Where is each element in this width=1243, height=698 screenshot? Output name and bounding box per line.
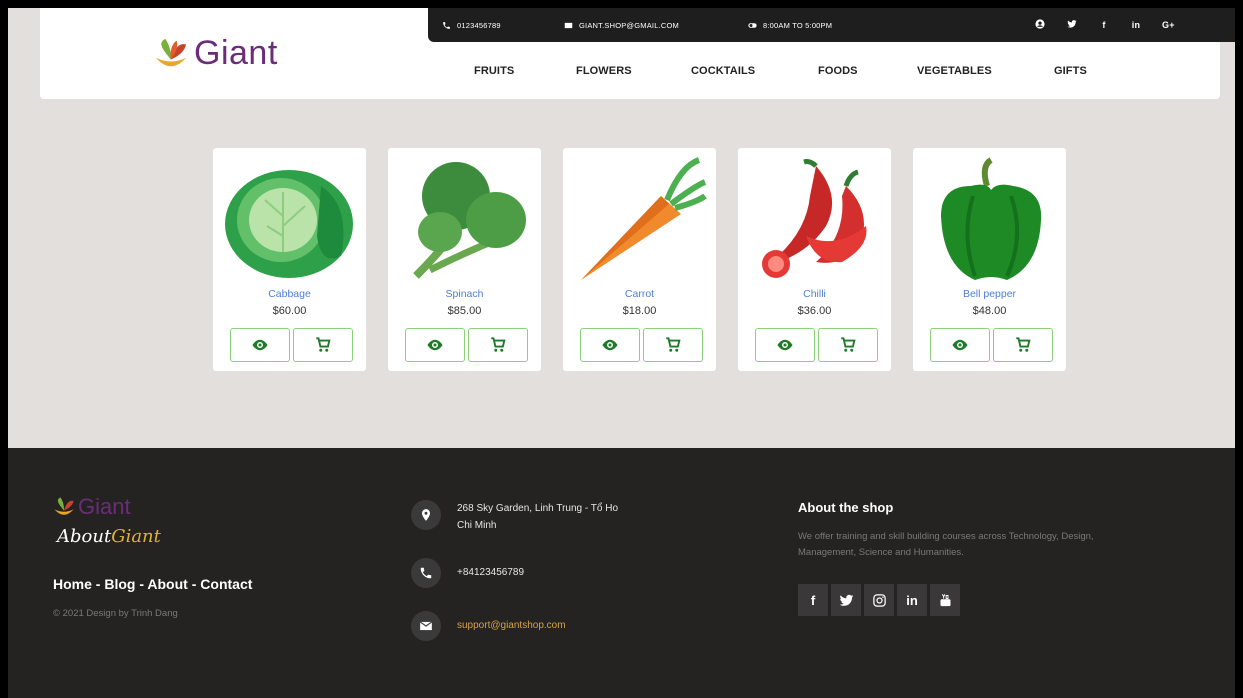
view-button[interactable] bbox=[930, 328, 990, 362]
contact-address: 268 Sky Garden, Linh Trung - Tổ Ho Chi M… bbox=[411, 500, 627, 534]
footer-logo[interactable]: Giant bbox=[52, 494, 131, 520]
google-plus-icon[interactable]: G+ bbox=[1162, 20, 1174, 30]
product-name[interactable]: Carrot bbox=[563, 288, 716, 300]
about-shop-description: We offer training and skill building cou… bbox=[798, 531, 1094, 558]
spinach-image bbox=[413, 162, 526, 279]
footer-link-blog[interactable]: Blog bbox=[104, 576, 135, 592]
topbar-phone-text: 0123456789 bbox=[457, 20, 501, 30]
topbar-socials: f in G+ bbox=[1034, 19, 1174, 31]
product-price: $60.00 bbox=[272, 305, 307, 317]
topbar-phone[interactable]: 0123456789 bbox=[442, 21, 501, 30]
product-card: Cabbage $60.00 bbox=[213, 148, 366, 371]
cart-icon bbox=[666, 337, 681, 352]
eye-icon bbox=[427, 339, 443, 351]
twitter-icon[interactable] bbox=[831, 584, 861, 616]
cart-icon bbox=[491, 337, 506, 352]
twitter-icon[interactable] bbox=[1066, 19, 1078, 31]
user-circle-icon[interactable] bbox=[1034, 19, 1046, 31]
cabbage-image bbox=[225, 170, 353, 278]
topbar-hours: 8:00AM TO 5:00PM bbox=[748, 21, 832, 30]
product-price: $85.00 bbox=[447, 305, 482, 317]
envelope-icon bbox=[564, 22, 573, 28]
nav-vegetables[interactable]: VEGETABLES bbox=[917, 65, 992, 77]
view-button[interactable] bbox=[580, 328, 640, 362]
phone-text: +84123456789 bbox=[457, 567, 525, 578]
about-word: About bbox=[57, 526, 112, 547]
facebook-icon[interactable]: f bbox=[1098, 20, 1110, 30]
footer-link-contact[interactable]: Contact bbox=[200, 576, 252, 592]
product-card: Spinach $85.00 bbox=[388, 148, 541, 371]
address-text: 268 Sky Garden, Linh Trung - Tổ Ho Chi M… bbox=[457, 503, 619, 531]
add-to-cart-button[interactable] bbox=[293, 328, 353, 362]
chilli-image bbox=[762, 159, 867, 278]
product-card: Chilli $36.00 bbox=[738, 148, 891, 371]
contact-phone[interactable]: +84123456789 bbox=[411, 558, 524, 588]
view-button[interactable] bbox=[230, 328, 290, 362]
add-to-cart-button[interactable] bbox=[818, 328, 878, 362]
product-card: Carrot $18.00 bbox=[563, 148, 716, 371]
about-shop-title: About the shop bbox=[798, 500, 894, 515]
eye-icon bbox=[952, 339, 968, 351]
carrot-image bbox=[581, 157, 707, 280]
add-to-cart-button[interactable] bbox=[643, 328, 703, 362]
product-name[interactable]: Cabbage bbox=[213, 288, 366, 300]
cart-icon bbox=[841, 337, 856, 352]
product-price: $36.00 bbox=[797, 305, 832, 317]
footer-link-home[interactable]: Home bbox=[53, 576, 92, 592]
view-button[interactable] bbox=[405, 328, 465, 362]
product-card: Bell pepper $48.00 bbox=[913, 148, 1066, 371]
add-to-cart-button[interactable] bbox=[468, 328, 528, 362]
link-separator: - bbox=[187, 576, 201, 592]
about-giant-heading: AboutGiant bbox=[57, 526, 161, 547]
eye-icon bbox=[777, 339, 793, 351]
email-link[interactable]: support@giantshop.com bbox=[457, 617, 566, 634]
link-separator: - bbox=[135, 576, 148, 592]
cart-icon bbox=[316, 337, 331, 352]
top-info-bar: 0123456789 GIANT.SHOP@GMAIL.COM 8:00AM T… bbox=[428, 8, 1235, 42]
giant-word: Giant bbox=[111, 526, 161, 547]
footer-links: Home - Blog - About - Contact bbox=[53, 576, 252, 592]
link-separator: - bbox=[91, 576, 105, 592]
product-name[interactable]: Chilli bbox=[738, 288, 891, 300]
product-price: $48.00 bbox=[972, 305, 1007, 317]
map-pin-icon bbox=[411, 500, 441, 530]
footer-brand-name: Giant bbox=[78, 494, 131, 519]
contact-email[interactable]: support@giantshop.com bbox=[411, 611, 566, 641]
view-button[interactable] bbox=[755, 328, 815, 362]
product-name[interactable]: Spinach bbox=[388, 288, 541, 300]
envelope-icon bbox=[411, 611, 441, 641]
nav-flowers[interactable]: FLOWERS bbox=[576, 65, 632, 77]
linkedin-icon[interactable]: in bbox=[897, 584, 927, 616]
topbar-email[interactable]: GIANT.SHOP@GMAIL.COM bbox=[564, 21, 679, 30]
toggle-icon bbox=[748, 22, 757, 28]
main-nav: FRUITS FLOWERS COCKTAILS FOODS VEGETABLE… bbox=[40, 65, 1220, 85]
nav-foods[interactable]: FOODS bbox=[818, 65, 858, 77]
eye-icon bbox=[602, 339, 618, 351]
youtube-icon[interactable] bbox=[930, 584, 960, 616]
phone-icon bbox=[411, 558, 441, 588]
footer-socials: f in bbox=[798, 584, 960, 616]
copyright: © 2021 Design by Trinh Dang bbox=[53, 608, 178, 619]
eye-icon bbox=[252, 339, 268, 351]
product-price: $18.00 bbox=[622, 305, 657, 317]
instagram-icon[interactable] bbox=[864, 584, 894, 616]
add-to-cart-button[interactable] bbox=[993, 328, 1053, 362]
leaf-logo-icon bbox=[54, 497, 74, 515]
cart-icon bbox=[1016, 337, 1031, 352]
bell-pepper-image bbox=[941, 157, 1042, 280]
footer-link-about[interactable]: About bbox=[147, 576, 187, 592]
product-name[interactable]: Bell pepper bbox=[913, 288, 1066, 300]
footer: Giant AboutGiant Home - Blog - About - C… bbox=[8, 448, 1235, 698]
facebook-icon[interactable]: f bbox=[798, 584, 828, 616]
page-frame: Giant FRUITS FLOWERS COCKTAILS FOODS VEG… bbox=[8, 8, 1235, 698]
phone-icon bbox=[443, 21, 450, 29]
topbar-hours-text: 8:00AM TO 5:00PM bbox=[763, 20, 833, 30]
topbar-email-text: GIANT.SHOP@GMAIL.COM bbox=[579, 20, 679, 30]
linkedin-icon[interactable]: in bbox=[1130, 20, 1142, 30]
nav-gifts[interactable]: GIFTS bbox=[1054, 65, 1087, 77]
nav-fruits[interactable]: FRUITS bbox=[474, 65, 514, 77]
nav-cocktails[interactable]: COCKTAILS bbox=[691, 65, 755, 77]
